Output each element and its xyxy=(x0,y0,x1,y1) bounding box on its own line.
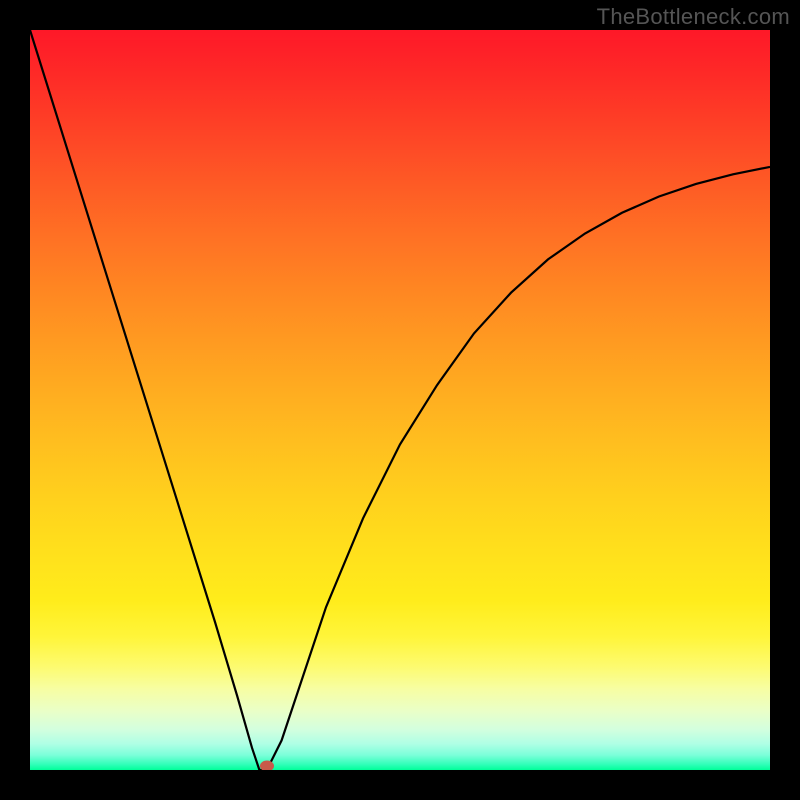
watermark-text: TheBottleneck.com xyxy=(597,4,790,30)
curve-svg xyxy=(30,30,770,770)
minimum-marker xyxy=(260,761,274,771)
plot-area xyxy=(30,30,770,770)
chart-frame: TheBottleneck.com xyxy=(0,0,800,800)
bottleneck-curve xyxy=(30,30,770,770)
